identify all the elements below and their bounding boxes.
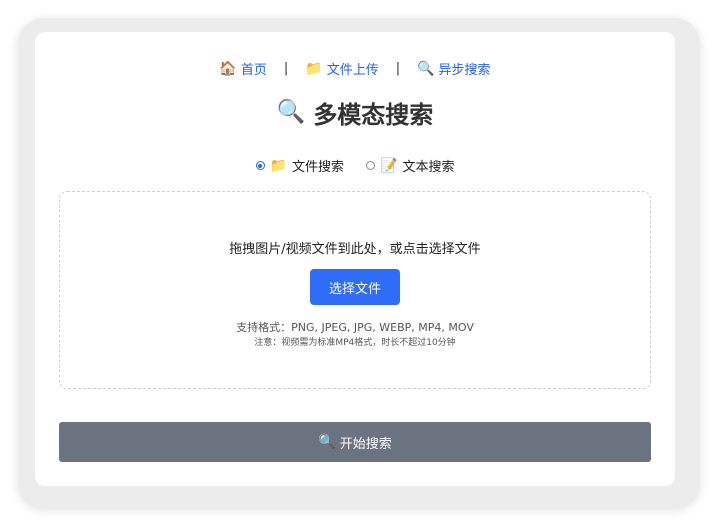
supported-formats: 支持格式：PNG, JPEG, JPG, WEBP, MP4, MOV [236,321,474,334]
choose-file-button[interactable]: 选择文件 [310,269,400,305]
nav-separator: | [395,61,401,76]
search-mode-group: 📁 文件搜索 📝 文本搜索 [35,156,675,175]
house-icon: 🏠 [219,60,237,77]
mode-file-option[interactable]: 📁 文件搜索 [255,156,344,175]
mode-file-radio[interactable] [255,161,265,170]
mode-file-label: 文件搜索 [291,160,344,175]
magnifier-icon: 🔍 [276,99,306,125]
page-title: 🔍 多模态搜索 [35,95,675,130]
top-nav: 🏠 首页 | 📁 文件上传 | 🔍 异步搜索 [35,59,675,78]
start-search-button[interactable]: 🔍 开始搜索 [59,422,651,462]
start-search-label: 开始搜索 [339,436,392,452]
nav-separator: | [283,61,289,76]
nav-upload-label: 文件上传 [326,63,379,78]
page-title-text: 多模态搜索 [313,101,434,129]
file-dropzone[interactable]: 拖拽图片/视频文件到此处，或点击选择文件 选择文件 支持格式：PNG, JPEG… [59,191,651,389]
main-card: 🏠 首页 | 📁 文件上传 | 🔍 异步搜索 🔍 多模态搜索 📁 文件搜索 📝 … [35,32,675,486]
dropzone-prompt: 拖拽图片/视频文件到此处，或点击选择文件 [229,242,481,257]
folder-icon: 📁 [269,157,287,174]
memo-icon: 📝 [380,157,398,174]
nav-async-search-label: 异步搜索 [438,63,491,78]
mode-text-radio[interactable] [366,161,375,170]
video-note: 注意：视频需为标准MP4格式，时长不超过10分钟 [254,338,456,348]
folder-icon: 📁 [305,60,323,77]
mode-text-label: 文本搜索 [402,160,455,175]
nav-upload-link[interactable]: 📁 文件上传 [305,59,379,79]
mode-text-option[interactable]: 📝 文本搜索 [366,156,454,175]
nav-home-link[interactable]: 🏠 首页 [219,59,267,79]
nav-home-label: 首页 [240,63,267,78]
nav-async-search-link[interactable]: 🔍 异步搜索 [417,59,491,79]
search-icon: 🔍 [318,434,336,450]
search-icon: 🔍 [417,60,435,77]
